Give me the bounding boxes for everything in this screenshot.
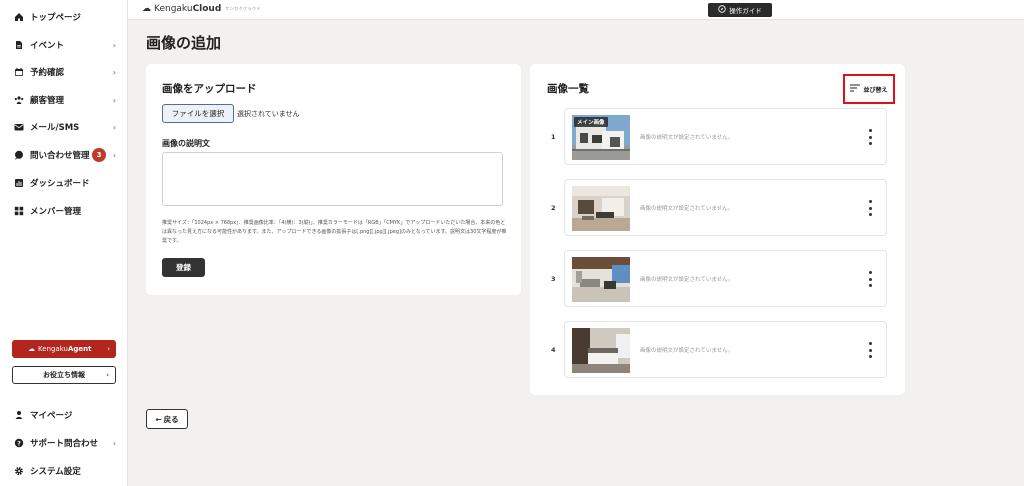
image-row[interactable]: 画像の説明文が設定されていません。 [564,250,887,307]
sidebar-item-top[interactable]: トップページ [0,7,128,27]
sidebar-item-support[interactable]: ? サポート問合わせ › [0,433,128,453]
back-label: 戻る [163,414,179,424]
chevron-right-icon: › [112,150,116,160]
upload-card: 画像をアップロード ファイルを選択 選択されていません 画像の説明文 推奨サイズ… [146,64,521,295]
document-icon [14,40,24,50]
image-list-card: 画像一覧 並び替え 1 メイン画像 画像の説明文が設定されていません。 2 画像… [530,64,905,395]
cloud-icon: ☁ [28,345,35,353]
useful-info-button[interactable]: お役立ち情報 › [12,366,116,384]
more-menu-icon[interactable] [868,271,872,287]
operation-guide-label: 操作ガイド [729,7,762,15]
file-status-text: 選択されていません [237,110,300,118]
sidebar-item-label: イベント [30,41,65,51]
calendar-icon [14,67,24,77]
logo-prefix: Kengaku [154,4,193,14]
image-row[interactable]: 画像の説明文が設定されていません。 [564,179,887,236]
logo-bold: Cloud [192,4,222,14]
description-textarea[interactable] [162,152,503,206]
sidebar-item-inquiries[interactable]: 問い合わせ管理 3 › [0,145,128,165]
sort-button[interactable]: 並び替え [843,74,895,104]
upload-title: 画像をアップロード [162,83,257,95]
sidebar-item-label: システム設定 [30,467,81,477]
person-icon [14,410,24,420]
row-number: 4 [551,346,556,354]
image-row[interactable]: 画像の説明文が設定されていません。 [564,321,887,378]
sidebar-item-label: 問い合わせ管理 [30,151,90,161]
register-button[interactable]: 登録 [162,258,205,277]
row-number: 1 [551,133,556,141]
useful-info-label: お役立ち情報 [43,371,85,379]
sort-label: 並び替え [863,86,888,94]
sidebar-item-label: 顧客管理 [30,96,65,106]
chat-icon [14,150,24,160]
row-number: 2 [551,204,556,212]
image-thumbnail[interactable] [572,257,630,302]
choose-file-button[interactable]: ファイルを選択 [162,104,234,123]
app-logo[interactable]: ☁ Kengaku Cloud ケンガククラウド [142,4,261,14]
sidebar-item-label: メール/SMS [30,123,80,133]
people-icon [14,95,24,105]
arrow-left-icon: ← [155,414,162,424]
sidebar-item-members[interactable]: メンバー管理 [0,201,128,221]
cloud-icon: ☁ [142,4,151,14]
home-icon [14,12,24,22]
sidebar-item-label: トップページ [30,13,81,23]
upload-guidelines-note: 推奨サイズ：「1024px × 768px」、推奨画像比率：「4(横)：3(縦)… [162,220,507,244]
agent-bold: Agent [68,345,92,353]
chevron-right-icon: › [112,67,116,77]
image-list-title: 画像一覧 [547,83,589,95]
sidebar-item-label: ダッシュボード [30,179,90,189]
svg-text:?: ? [17,440,21,447]
sidebar-item-label: マイページ [30,411,73,421]
kengaku-agent-button[interactable]: ☁ Kengaku Agent › [12,340,116,358]
chevron-right-icon: › [112,40,116,50]
top-bar: ☁ Kengaku Cloud ケンガククラウド 操作ガイド [128,0,1024,20]
help-icon: ? [14,438,24,448]
sidebar-item-mypage[interactable]: マイページ [0,405,128,425]
sidebar-item-label: 予約確認 [30,68,65,78]
more-menu-icon[interactable] [868,129,872,145]
image-description: 画像の説明文が設定されていません。 [640,348,734,354]
sidebar-item-event[interactable]: イベント › [0,35,128,55]
agent-prefix: Kengaku [38,345,68,353]
image-thumbnail[interactable] [572,328,630,373]
sidebar-item-settings[interactable]: システム設定 [0,461,128,481]
image-row[interactable]: メイン画像 画像の説明文が設定されていません。 [564,108,887,165]
grid-icon [14,206,24,216]
sidebar-item-dashboard[interactable]: ダッシュボード [0,173,128,193]
sidebar-item-label: サポート問合わせ [30,439,99,449]
image-description: 画像の説明文が設定されていません。 [640,277,734,283]
image-thumbnail[interactable] [572,186,630,231]
more-menu-icon[interactable] [868,200,872,216]
description-label: 画像の説明文 [162,139,210,148]
sidebar-item-customers[interactable]: 顧客管理 › [0,90,128,110]
logo-subtitle: ケンガククラウド [225,6,262,11]
operation-guide-button[interactable]: 操作ガイド [708,3,772,17]
notification-badge: 3 [92,148,106,162]
chart-icon [14,178,24,188]
mail-icon [14,122,24,132]
row-number: 3 [551,275,556,283]
chevron-right-icon: › [112,438,116,448]
chevron-right-icon: › [107,345,110,353]
image-description: 画像の説明文が設定されていません。 [640,206,734,212]
back-button[interactable]: ← 戻る [146,409,188,429]
gear-icon [14,466,24,476]
sidebar: トップページ イベント › 予約確認 › 顧客管理 › メール/SMS › 問い… [0,0,128,486]
page-title: 画像の追加 [146,34,222,52]
sort-icon [850,84,861,94]
image-description: 画像の説明文が設定されていません。 [640,135,734,141]
image-thumbnail[interactable]: メイン画像 [572,115,630,160]
chevron-right-icon: › [106,371,109,379]
main-image-tag: メイン画像 [574,117,608,127]
chevron-right-icon: › [112,95,116,105]
sidebar-item-label: メンバー管理 [30,207,82,217]
sidebar-item-mail[interactable]: メール/SMS › [0,117,128,137]
more-menu-icon[interactable] [868,342,872,358]
chevron-right-icon: › [112,122,116,132]
compass-icon [718,5,726,15]
sidebar-item-reservation[interactable]: 予約確認 › [0,62,128,82]
